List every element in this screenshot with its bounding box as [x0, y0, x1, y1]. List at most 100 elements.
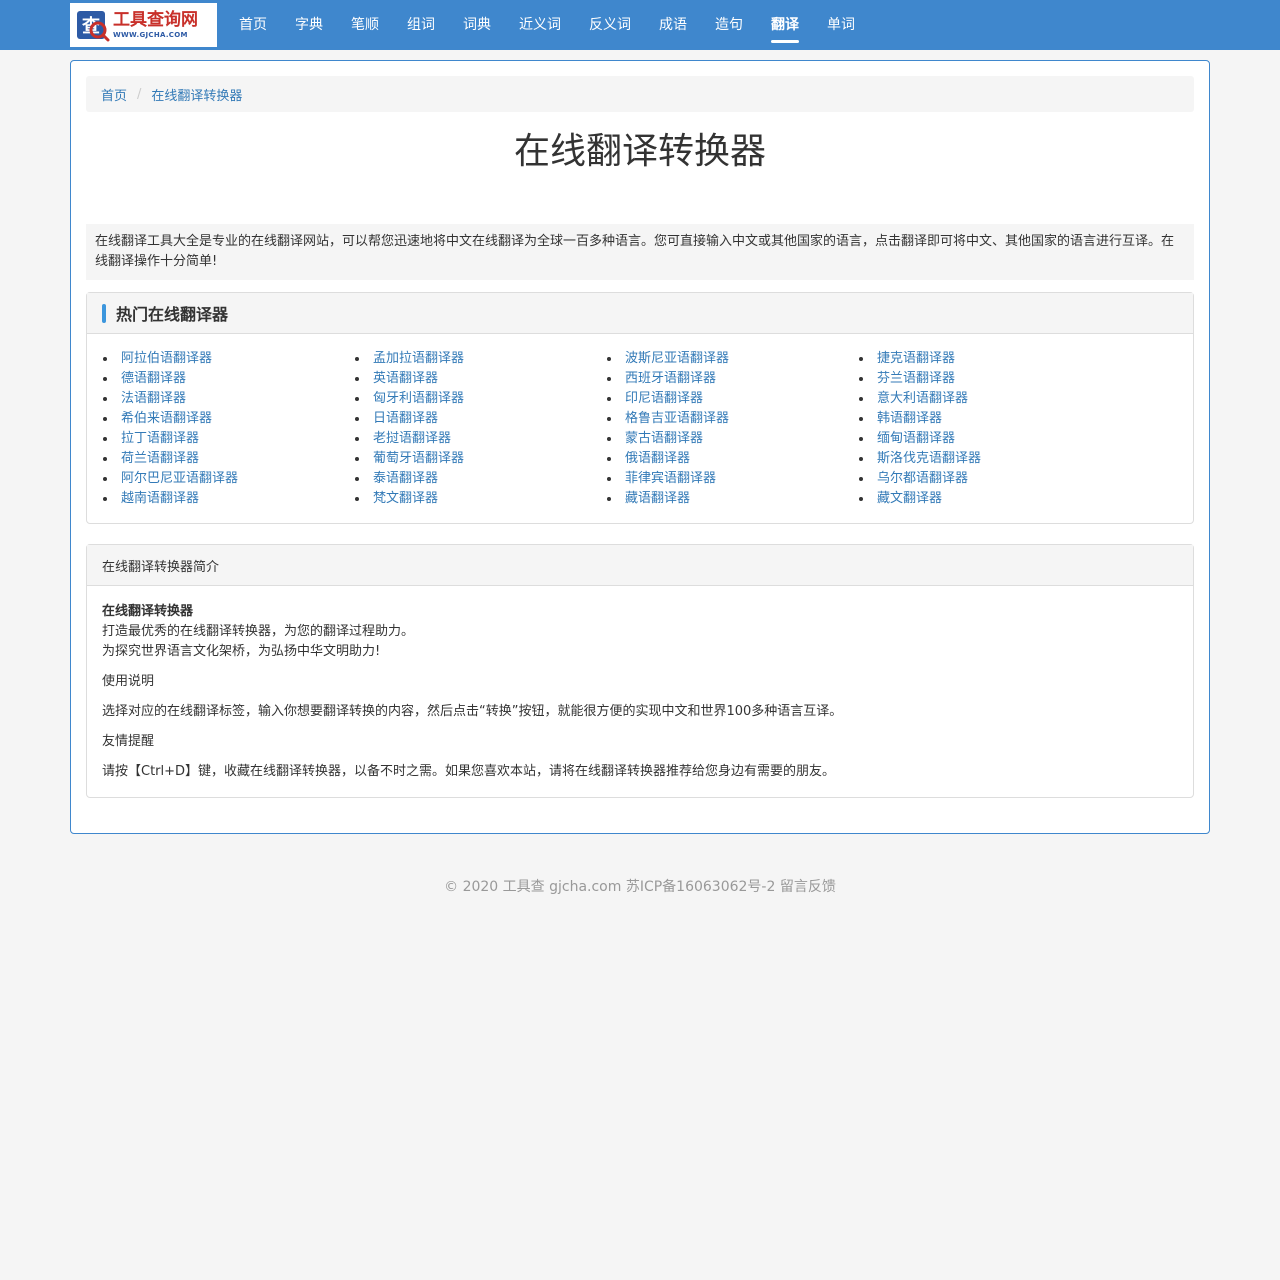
translator-link[interactable]: 韩语翻译器: [877, 411, 942, 426]
nav-item-10[interactable]: 单词: [813, 0, 869, 50]
translator-link[interactable]: 日语翻译器: [373, 411, 438, 426]
list-item: 匈牙利语翻译器: [354, 389, 606, 409]
translator-link[interactable]: 格鲁吉亚语翻译器: [625, 411, 729, 426]
list-item: 格鲁吉亚语翻译器: [606, 409, 858, 429]
accent-bar: [102, 303, 106, 323]
translator-link[interactable]: 法语翻译器: [121, 391, 186, 406]
list-item: 希伯来语翻译器: [102, 409, 354, 429]
list-item: 阿尔巴尼亚语翻译器: [102, 469, 354, 489]
translator-link[interactable]: 拉丁语翻译器: [121, 431, 199, 446]
translator-link[interactable]: 西班牙语翻译器: [625, 371, 716, 386]
hot-translators-title: 热门在线翻译器: [116, 305, 229, 324]
list-item: 阿拉伯语翻译器: [102, 349, 354, 369]
breadcrumb-home[interactable]: 首页: [101, 85, 127, 104]
translator-link[interactable]: 捷克语翻译器: [877, 351, 955, 366]
main-container: 首页 / 在线翻译转换器 在线翻译转换器 在线翻译工具大全是专业的在线翻译网站，…: [70, 60, 1210, 834]
list-item: 德语翻译器: [102, 369, 354, 389]
list-item: 意大利语翻译器: [858, 389, 1110, 409]
translator-link[interactable]: 缅甸语翻译器: [877, 431, 955, 446]
nav-item-7[interactable]: 成语: [645, 0, 701, 50]
top-navbar: 查 工具查询网 WWW.GJCHA.COM 首页 字典 笔顺 组词 词典 近义词 反义词 成语…: [0, 0, 1280, 50]
translator-link[interactable]: 荷兰语翻译器: [121, 451, 199, 466]
nav-item-8[interactable]: 造句: [701, 0, 757, 50]
list-item: 乌尔都语翻译器: [858, 469, 1110, 489]
about-header: 在线翻译转换器简介: [87, 545, 1193, 586]
list-item: 韩语翻译器: [858, 409, 1110, 429]
about-line-2: 为探究世界语言文化架桥，为弘扬中华文明助力!: [102, 644, 381, 659]
translator-link[interactable]: 芬兰语翻译器: [877, 371, 955, 386]
translator-column: 孟加拉语翻译器 英语翻译器匈牙利语翻译器 日语翻译器老挝语翻译器 葡萄牙语翻译器 泰语翻…: [354, 349, 606, 509]
translator-link[interactable]: 菲律宾语翻译器: [625, 471, 716, 486]
translator-link[interactable]: 孟加拉语翻译器: [373, 351, 464, 366]
intro-text: 在线翻译工具大全是专业的在线翻译网站，可以帮您迅速地将中文在线翻译为全球一百多种…: [86, 224, 1194, 280]
list-item: 芬兰语翻译器: [858, 369, 1110, 389]
translator-link[interactable]: 英语翻译器: [373, 371, 438, 386]
about-name: 在线翻译转换器: [102, 604, 194, 619]
logo-title: 工具查询网: [113, 9, 198, 30]
list-item: 日语翻译器: [354, 409, 606, 429]
translator-link[interactable]: 阿拉伯语翻译器: [121, 351, 212, 366]
list-item: 菲律宾语翻译器: [606, 469, 858, 489]
translator-link[interactable]: 乌尔都语翻译器: [877, 471, 968, 486]
list-item: 藏语翻译器: [606, 489, 858, 509]
list-item: 缅甸语翻译器: [858, 429, 1110, 449]
translator-link[interactable]: 藏文翻译器: [877, 491, 942, 506]
breadcrumb: 首页 / 在线翻译转换器: [86, 76, 1194, 112]
translator-link[interactable]: 意大利语翻译器: [877, 391, 968, 406]
nav-item-2[interactable]: 笔顺: [337, 0, 393, 50]
main-nav: 首页 字典 笔顺 组词 词典 近义词 反义词 成语 造句 翻译 单词: [225, 0, 869, 50]
nav-item-4[interactable]: 词典: [449, 0, 505, 50]
about-body: 在线翻译转换器 打造最优秀的在线翻译转换器，为您的翻译过程助力。 为探究世界语言…: [87, 586, 1193, 797]
translator-link[interactable]: 斯洛伐克语翻译器: [877, 451, 981, 466]
translator-link[interactable]: 印尼语翻译器: [625, 391, 703, 406]
list-item: 波斯尼亚语翻译器: [606, 349, 858, 369]
list-item: 俄语翻译器: [606, 449, 858, 469]
list-item: 越南语翻译器: [102, 489, 354, 509]
list-item: 葡萄牙语翻译器: [354, 449, 606, 469]
search-icon: 查: [76, 8, 110, 42]
translator-column: 捷克语翻译器 芬兰语翻译器 意大利语翻译器 韩语翻译器缅甸语翻译器斯洛伐克语翻译器 乌尔…: [858, 349, 1110, 509]
list-item: 拉丁语翻译器: [102, 429, 354, 449]
nav-item-5[interactable]: 近义词: [505, 0, 575, 50]
breadcrumb-separator: /: [137, 86, 142, 102]
breadcrumb-current[interactable]: 在线翻译转换器: [151, 85, 242, 104]
about-panel: 在线翻译转换器简介 在线翻译转换器 打造最优秀的在线翻译转换器，为您的翻译过程助…: [86, 544, 1194, 798]
list-item: 西班牙语翻译器: [606, 369, 858, 389]
translator-link[interactable]: 老挝语翻译器: [373, 431, 451, 446]
site-logo[interactable]: 查 工具查询网 WWW.GJCHA.COM: [70, 3, 217, 47]
nav-item-0[interactable]: 首页: [225, 0, 281, 50]
translator-link[interactable]: 越南语翻译器: [121, 491, 199, 506]
about-line-1: 打造最优秀的在线翻译转换器，为您的翻译过程助力。: [102, 624, 415, 639]
translator-link[interactable]: 梵文翻译器: [373, 491, 438, 506]
list-item: 孟加拉语翻译器: [354, 349, 606, 369]
translator-link[interactable]: 葡萄牙语翻译器: [373, 451, 464, 466]
list-item: 泰语翻译器: [354, 469, 606, 489]
list-item: 法语翻译器: [102, 389, 354, 409]
page-title: 在线翻译转换器: [513, 131, 766, 172]
nav-item-1[interactable]: 字典: [281, 0, 337, 50]
list-item: 梵文翻译器: [354, 489, 606, 509]
list-item: 英语翻译器: [354, 369, 606, 389]
translator-link[interactable]: 阿尔巴尼亚语翻译器: [121, 471, 238, 486]
list-item: 老挝语翻译器: [354, 429, 606, 449]
hot-translators-header: 热门在线翻译器: [87, 293, 1193, 334]
translator-link[interactable]: 蒙古语翻译器: [625, 431, 703, 446]
usage-text: 选择对应的在线翻译标签，输入你想要翻译转换的内容，然后点击“转换”按钮，就能很方…: [102, 704, 843, 719]
translator-link[interactable]: 德语翻译器: [121, 371, 186, 386]
nav-item-3[interactable]: 组词: [393, 0, 449, 50]
list-item: 印尼语翻译器: [606, 389, 858, 409]
translator-link[interactable]: 波斯尼亚语翻译器: [625, 351, 729, 366]
translator-link[interactable]: 泰语翻译器: [373, 471, 438, 486]
translator-link[interactable]: 匈牙利语翻译器: [373, 391, 464, 406]
list-item: 蒙古语翻译器: [606, 429, 858, 449]
nav-item-9[interactable]: 翻译: [757, 0, 813, 50]
logo-url: WWW.GJCHA.COM: [113, 30, 188, 39]
translator-link[interactable]: 俄语翻译器: [625, 451, 690, 466]
translator-link[interactable]: 希伯来语翻译器: [121, 411, 212, 426]
list-item: 藏文翻译器: [858, 489, 1110, 509]
hot-translators-list: 阿拉伯语翻译器 德语翻译器法语翻译器希伯来语翻译器 拉丁语翻译器 荷兰语翻译器阿尔巴尼…: [87, 334, 1193, 523]
nav-item-6[interactable]: 反义词: [575, 0, 645, 50]
footer: © 2020 工具查 gjcha.com 苏ICP备16063062号-2 留言…: [444, 879, 836, 895]
translator-link[interactable]: 藏语翻译器: [625, 491, 690, 506]
tip-text: 请按【Ctrl+D】键，收藏在线翻译转换器，以备不时之需。如果您喜欢本站，请将在…: [102, 764, 836, 779]
